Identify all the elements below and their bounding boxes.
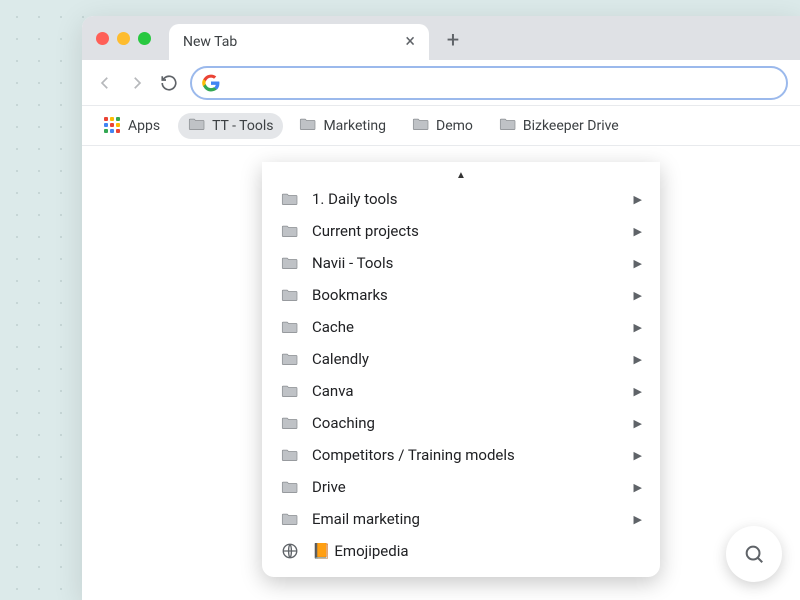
bookmark-folder-tt-tools[interactable]: TT - Tools (178, 113, 283, 139)
bookmarks-folder-dropdown: ▲ 1. Daily tools▶Current projects▶Navii … (262, 162, 660, 577)
dropdown-item-label: 1. Daily tools (312, 190, 397, 208)
address-bar[interactable] (190, 66, 788, 100)
submenu-arrow-icon: ▶ (634, 321, 642, 334)
submenu-arrow-icon: ▶ (634, 417, 642, 430)
submenu-arrow-icon: ▶ (634, 257, 642, 270)
dropdown-item[interactable]: Drive ▶ (262, 471, 660, 503)
dropdown-item[interactable]: Calendly ▶ (262, 343, 660, 375)
globe-icon (280, 542, 300, 560)
folder-icon (280, 512, 300, 526)
dropdown-scroll-up[interactable]: ▲ (262, 168, 660, 183)
maximize-window-button[interactable] (138, 32, 151, 45)
folder-icon (280, 352, 300, 366)
apps-button[interactable]: Apps (94, 113, 170, 139)
dropdown-item-label: Current projects (312, 222, 419, 240)
submenu-arrow-icon: ▶ (634, 481, 642, 494)
submenu-arrow-icon: ▶ (634, 289, 642, 302)
folder-icon (280, 480, 300, 494)
dropdown-item[interactable]: Cache ▶ (262, 311, 660, 343)
bookmark-folder-demo[interactable]: Demo (402, 113, 483, 139)
folder-icon (280, 288, 300, 302)
dropdown-item[interactable]: 📙 Emojipedia (262, 535, 660, 567)
tab-new-tab[interactable]: New Tab × (169, 24, 429, 60)
submenu-arrow-icon: ▶ (634, 353, 642, 366)
dropdown-item[interactable]: Canva ▶ (262, 375, 660, 407)
folder-icon (280, 320, 300, 334)
tab-title: New Tab (183, 34, 237, 50)
bookmark-folder-marketing[interactable]: Marketing (289, 113, 396, 139)
bookmark-label: Marketing (323, 118, 386, 134)
folder-icon (499, 117, 517, 135)
submenu-arrow-icon: ▶ (634, 449, 642, 462)
dropdown-item-label: Calendly (312, 350, 369, 368)
reload-button[interactable] (158, 72, 180, 94)
folder-icon (280, 256, 300, 270)
toolbar (82, 60, 800, 106)
bookmark-label: Demo (436, 118, 473, 134)
search-icon (743, 543, 765, 565)
tab-strip: New Tab × + (82, 16, 800, 60)
dropdown-item-label: Competitors / Training models (312, 446, 515, 464)
submenu-arrow-icon: ▶ (634, 193, 642, 206)
apps-label: Apps (128, 118, 160, 134)
dropdown-item[interactable]: Bookmarks ▶ (262, 279, 660, 311)
dropdown-item-label: Canva (312, 382, 354, 400)
dropdown-item-label: Coaching (312, 414, 375, 432)
folder-icon (280, 384, 300, 398)
close-window-button[interactable] (96, 32, 109, 45)
apps-icon (104, 117, 122, 135)
dropdown-item-label: Cache (312, 318, 354, 336)
submenu-arrow-icon: ▶ (634, 225, 642, 238)
dropdown-item[interactable]: Competitors / Training models ▶ (262, 439, 660, 471)
dropdown-item[interactable]: Navii - Tools ▶ (262, 247, 660, 279)
window-controls (96, 16, 169, 60)
google-icon (202, 74, 220, 92)
folder-icon (280, 448, 300, 462)
tab-close-button[interactable]: × (405, 33, 415, 51)
bookmark-folder-bizkeeper-drive[interactable]: Bizkeeper Drive (489, 113, 629, 139)
address-input[interactable] (228, 75, 776, 91)
dropdown-item-label: Bookmarks (312, 286, 388, 304)
dropdown-item[interactable]: Current projects ▶ (262, 215, 660, 247)
dropdown-item[interactable]: Email marketing ▶ (262, 503, 660, 535)
new-tab-button[interactable]: + (437, 24, 469, 56)
folder-icon (188, 117, 206, 135)
folder-icon (299, 117, 317, 135)
browser-window: New Tab × + Apps TT - Tool (82, 16, 800, 600)
folder-icon (280, 416, 300, 430)
bookmark-label: TT - Tools (212, 118, 273, 134)
submenu-arrow-icon: ▶ (634, 513, 642, 526)
search-fab[interactable] (726, 526, 782, 582)
back-button[interactable] (94, 72, 116, 94)
dropdown-item-label: Email marketing (312, 510, 420, 528)
bookmark-label: Bizkeeper Drive (523, 118, 619, 134)
dropdown-item-label: 📙 Emojipedia (312, 542, 409, 560)
dropdown-item-label: Navii - Tools (312, 254, 393, 272)
forward-button[interactable] (126, 72, 148, 94)
folder-icon (280, 192, 300, 206)
submenu-arrow-icon: ▶ (634, 385, 642, 398)
dropdown-item-label: Drive (312, 478, 346, 496)
folder-icon (280, 224, 300, 238)
minimize-window-button[interactable] (117, 32, 130, 45)
folder-icon (412, 117, 430, 135)
bookmarks-bar: Apps TT - Tools Marketing Demo Bizkeeper Dr… (82, 106, 800, 146)
dropdown-item[interactable]: Coaching ▶ (262, 407, 660, 439)
dropdown-item[interactable]: 1. Daily tools ▶ (262, 183, 660, 215)
